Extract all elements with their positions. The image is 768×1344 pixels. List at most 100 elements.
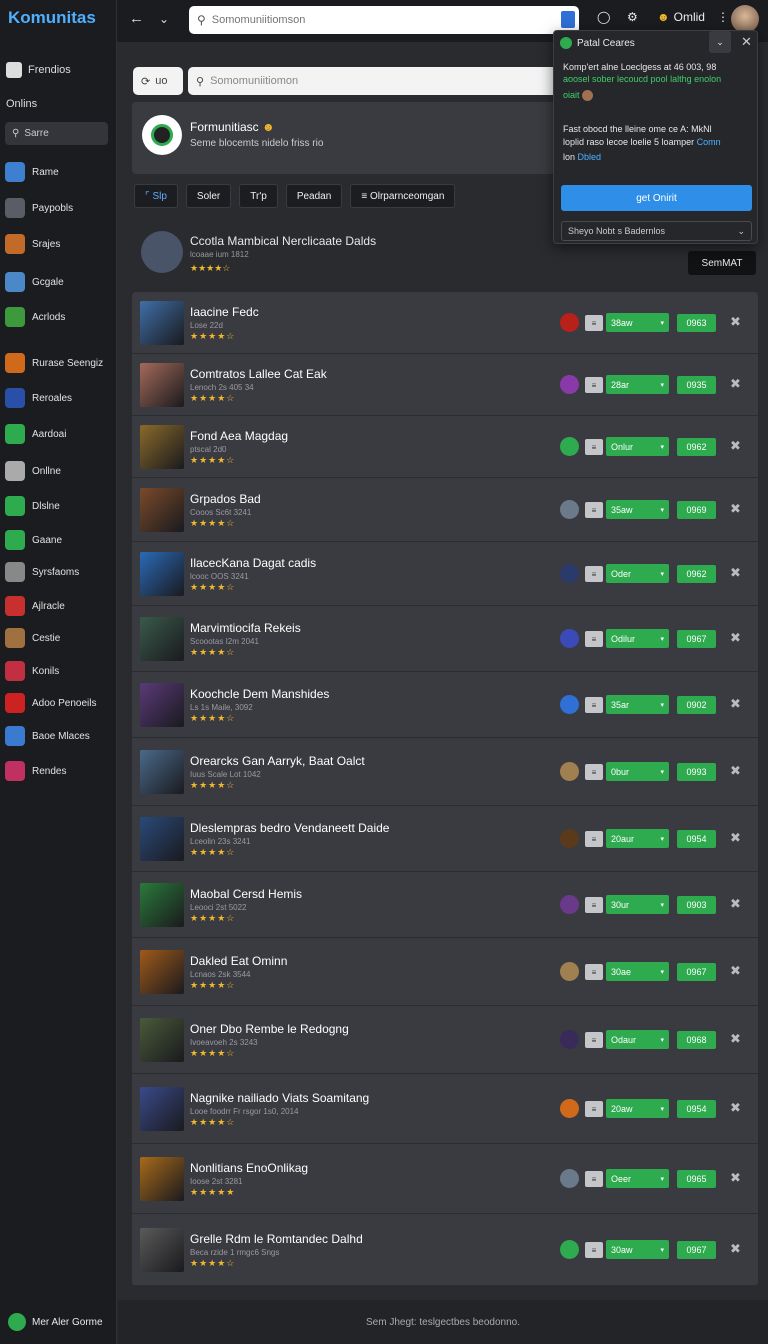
dismiss-icon[interactable]: ✖ (730, 1100, 741, 1116)
game-thumbnail[interactable] (140, 425, 184, 469)
edition-select[interactable]: 35aw ▾ (606, 500, 669, 519)
back-icon[interactable]: ← (129, 10, 144, 27)
sidebar-item[interactable]: Reroales (5, 388, 113, 408)
game-title[interactable]: Nonlitians EnoOnlikag (190, 1161, 308, 1175)
game-title[interactable]: Nagnike nailiado Viats Soamitang (190, 1091, 369, 1105)
filter-button[interactable]: ≡ Olrparnceomgan (350, 184, 456, 208)
sidebar-item[interactable]: Konils (5, 661, 113, 681)
popup-select[interactable]: Sheyo Nobt s Badernlos ⌄ (561, 221, 752, 241)
price-button[interactable]: 0968 (677, 1031, 716, 1049)
game-thumbnail[interactable] (140, 950, 184, 994)
game-thumbnail[interactable] (140, 750, 184, 794)
sidebar-item[interactable]: Rendes (5, 761, 113, 781)
edition-select[interactable]: Oeer ▾ (606, 1169, 669, 1188)
game-row[interactable]: Maobal Cersd Hemis Leooci 2st 5022 ★★★★☆ ≡ 3… (132, 872, 758, 938)
sidebar-item[interactable]: Rurase Seengiz (5, 353, 113, 373)
game-thumbnail[interactable] (140, 817, 184, 861)
cart-icon[interactable]: ≡ (585, 1171, 603, 1187)
price-button[interactable]: 0969 (677, 501, 716, 519)
user-menu[interactable]: ☻ Omlid (657, 10, 705, 24)
dismiss-icon[interactable]: ✖ (730, 314, 741, 330)
game-title[interactable]: Iaacine Fedc (190, 305, 259, 319)
sidebar-item[interactable]: Gcgale (5, 272, 113, 292)
edition-select[interactable]: 20aur ▾ (606, 829, 669, 848)
dismiss-icon[interactable]: ✖ (730, 438, 741, 454)
cart-icon[interactable]: ≡ (585, 439, 603, 455)
game-thumbnail[interactable] (140, 683, 184, 727)
popup-collapse-button[interactable]: ⌄ (709, 31, 731, 53)
edition-select[interactable]: 28ar ▾ (606, 375, 669, 394)
avatar[interactable] (731, 5, 759, 33)
close-icon[interactable]: ✕ (741, 34, 752, 50)
cart-icon[interactable]: ≡ (585, 631, 603, 647)
game-title[interactable]: Dakled Eat Ominn (190, 954, 287, 968)
game-title[interactable]: Dleslempras bedro Vendaneett Daide (190, 821, 389, 835)
edition-select[interactable]: 30ur ▾ (606, 895, 669, 914)
dismiss-icon[interactable]: ✖ (730, 630, 741, 646)
sidebar-item[interactable]: Cestie (5, 628, 113, 648)
sidebar-item[interactable]: Srajes (5, 234, 113, 254)
game-thumbnail[interactable] (140, 1018, 184, 1062)
sidebar-section-friends[interactable]: Frendios (6, 62, 71, 78)
game-thumbnail[interactable] (140, 617, 184, 661)
game-title[interactable]: Comtratos Lallee Cat Eak (190, 367, 327, 381)
game-thumbnail[interactable] (140, 301, 184, 345)
game-row[interactable]: IlacecKana Dagat cadis lcooc OOS 3241 ★★★★… (132, 542, 758, 606)
cart-icon[interactable]: ≡ (585, 502, 603, 518)
sidebar-search[interactable]: ⚲ Sarre (5, 122, 108, 145)
filter-button[interactable]: Tr'p (239, 184, 278, 208)
cart-icon[interactable]: ≡ (585, 764, 603, 780)
price-button[interactable]: 0962 (677, 438, 716, 456)
game-title[interactable]: Maobal Cersd Hemis (190, 887, 302, 901)
sidebar-item[interactable]: Acrlods (5, 307, 113, 327)
game-row[interactable]: Grelle Rdm le Romtandec Dalhd Beca rzide … (132, 1214, 758, 1286)
sidebar-item[interactable]: Aardoai (5, 424, 113, 444)
price-button[interactable]: 0902 (677, 696, 716, 714)
cart-icon[interactable]: ≡ (585, 377, 603, 393)
main-search-bar[interactable]: ⚲ Somomuniitiomon (188, 67, 558, 95)
dismiss-icon[interactable]: ✖ (730, 1170, 741, 1186)
price-button[interactable]: 0967 (677, 630, 716, 648)
price-button[interactable]: 0954 (677, 830, 716, 848)
featured-button[interactable]: SemMAT (688, 251, 756, 275)
price-button[interactable]: 0965 (677, 1170, 716, 1188)
game-thumbnail[interactable] (140, 363, 184, 407)
dismiss-icon[interactable]: ✖ (730, 501, 741, 517)
sidebar-item[interactable]: Paypobls (5, 198, 113, 218)
edition-select[interactable]: Oder ▾ (606, 564, 669, 583)
dismiss-icon[interactable]: ✖ (730, 1241, 741, 1257)
sidebar-item[interactable]: Dlslne (5, 496, 113, 516)
game-title[interactable]: Marvimtiocifa Rekeis (190, 621, 301, 635)
cart-icon[interactable]: ≡ (585, 1101, 603, 1117)
chevron-down-icon[interactable]: ⌄ (159, 12, 169, 26)
edition-select[interactable]: Odaur ▾ (606, 1030, 669, 1049)
game-row[interactable]: Grpados Bad Cooos Sc6t 3241 ★★★★☆ ≡ 35aw ▾ 096… (132, 478, 758, 542)
filter-button[interactable]: Peadan (285, 184, 343, 208)
game-row[interactable]: Orearcks Gan Aarryk, Baat Oalct Iuus Scal… (132, 738, 758, 806)
sidebar-item[interactable]: Baoe Mlaces (5, 726, 113, 746)
top-search-bar[interactable]: ⚲ (189, 6, 579, 34)
edition-select[interactable]: 38aw ▾ (606, 313, 669, 332)
dismiss-icon[interactable]: ✖ (730, 565, 741, 581)
search-submit-icon[interactable] (561, 11, 575, 28)
cart-icon[interactable]: ≡ (585, 315, 603, 331)
cart-icon[interactable]: ≡ (585, 831, 603, 847)
game-title[interactable]: IlacecKana Dagat cadis (190, 556, 316, 570)
edition-select[interactable]: Onlur ▾ (606, 437, 669, 456)
cart-icon[interactable]: ≡ (585, 1242, 603, 1258)
sidebar-item[interactable]: Rame (5, 162, 113, 182)
game-thumbnail[interactable] (140, 1157, 184, 1201)
game-row[interactable]: Dakled Eat Ominn Lcnaos 2sk 3544 ★★★★☆ ≡ 30a… (132, 938, 758, 1006)
cart-icon[interactable]: ≡ (585, 897, 603, 913)
price-button[interactable]: 0967 (677, 963, 716, 981)
dismiss-icon[interactable]: ✖ (730, 696, 741, 712)
game-row[interactable]: Koochcle Dem Manshides Ls 1s Maile, 3092 ★… (132, 672, 758, 738)
edition-select[interactable]: Odilur ▾ (606, 629, 669, 648)
game-title[interactable]: Koochcle Dem Manshides (190, 687, 329, 701)
notification-icon[interactable]: ⚙ (627, 10, 638, 24)
game-row[interactable]: Fond Aea Magdag ptscal 2d0 ★★★★☆ ≡ Onlur ▾ 096… (132, 416, 758, 478)
game-thumbnail[interactable] (140, 883, 184, 927)
game-thumbnail[interactable] (140, 1087, 184, 1131)
price-button[interactable]: 0967 (677, 1241, 716, 1259)
popup-action-button[interactable]: get Onirit (561, 185, 752, 211)
